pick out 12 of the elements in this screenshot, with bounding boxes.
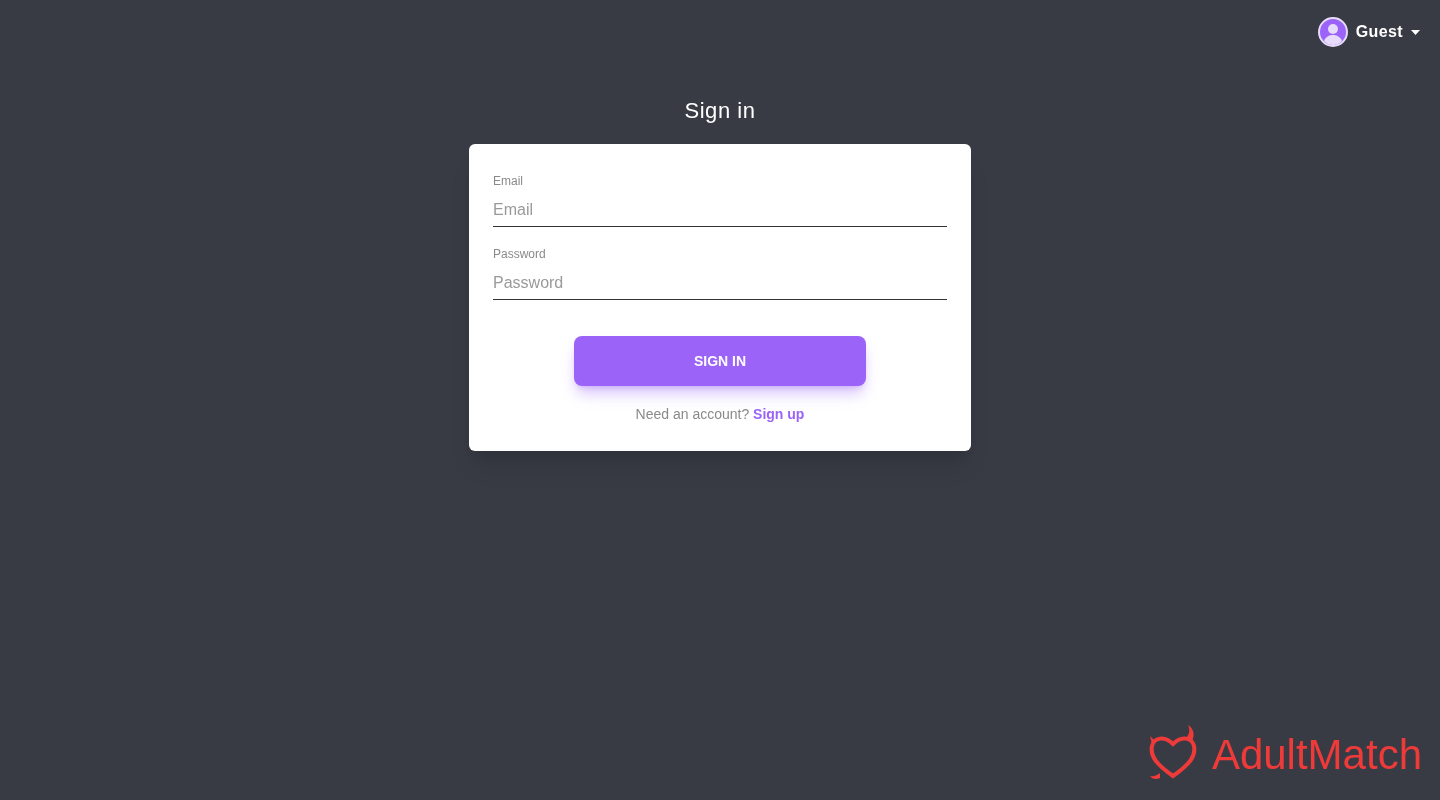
field-label: Email [493,173,524,190]
input-field[interactable]: Email [493,197,947,227]
caret-icon [1411,29,1420,35]
input-field[interactable]: Password [493,270,947,300]
page-title: Sign in [684,97,756,125]
avatar-icon [1317,17,1348,47]
brand-logo-text: AdultMatch [1211,734,1422,776]
sign-in-button[interactable]: SIGN IN [574,336,866,386]
user-menu-button[interactable]: Guest [1317,17,1420,47]
field-label: Password [493,246,547,263]
signup-prompt: Need an account? Sign up [634,405,806,424]
sign-up-link[interactable]: Sign up [753,406,805,422]
